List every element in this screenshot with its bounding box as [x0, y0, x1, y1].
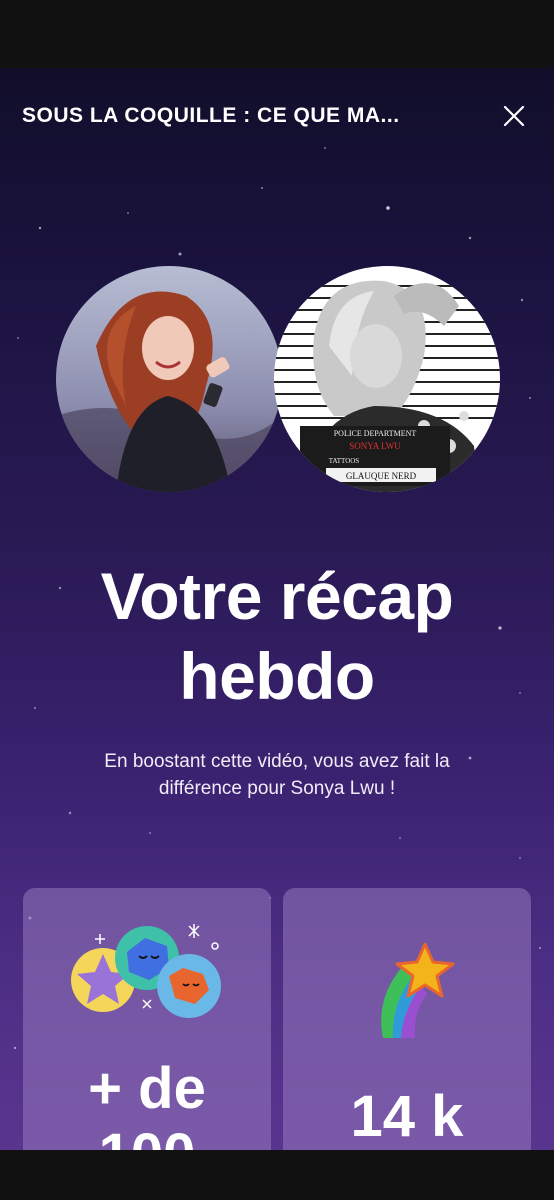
bottom-bar: [0, 1150, 554, 1200]
recap-headline: Votre récap hebdo: [0, 556, 554, 716]
recap-subtitle: En boostant cette vidéo, vous avez fait …: [40, 748, 514, 802]
avatar-photo-redhead: [56, 266, 282, 492]
close-button[interactable]: [498, 100, 530, 132]
story-screen: SOUS LA COQUILLE : CE QUE MA... POLICE D…: [0, 68, 554, 1150]
status-bar: [0, 0, 554, 68]
shooting-star-illustration: [381, 942, 455, 1038]
recap-headline-line2: hebdo: [179, 639, 375, 713]
mugshot-sign-header: POLICE DEPARTMENT: [334, 429, 417, 438]
portrait-photo: [56, 266, 282, 492]
stat-value-views: 14 k: [283, 1084, 531, 1150]
close-icon: [503, 105, 525, 127]
stat-value-line1: + de: [88, 1056, 206, 1121]
mugshot-photo: POLICE DEPARTMENT SONYA LWU TATTOOS GLAU…: [274, 266, 500, 492]
avatar-mugshot: POLICE DEPARTMENT SONYA LWU TATTOOS GLAU…: [274, 266, 500, 492]
stat-card-views: 14 k: [283, 888, 531, 1150]
recap-subtitle-line1: En boostant cette vidéo, vous avez fait …: [104, 751, 450, 772]
story-title: SOUS LA COQUILLE : CE QUE MA...: [22, 104, 400, 127]
recap-headline-line1: Votre récap: [100, 559, 454, 633]
recap-subtitle-line2: différence pour Sonya Lwu !: [158, 778, 396, 799]
smiling-faces-illustration: [71, 924, 221, 1018]
mugshot-sign-tattoos: TATTOOS: [329, 457, 360, 465]
mugshot-sign-caption: GLAUQUE NERD: [346, 471, 417, 481]
stat-value-supporters: + de 100: [23, 1056, 271, 1150]
mugshot-sign-name: SONYA LWU: [349, 441, 401, 451]
stat-card-supporters: + de 100: [23, 888, 271, 1150]
stat-value-line2: 100: [23, 1122, 271, 1150]
stat-value-line1: 14 k: [350, 1084, 464, 1149]
